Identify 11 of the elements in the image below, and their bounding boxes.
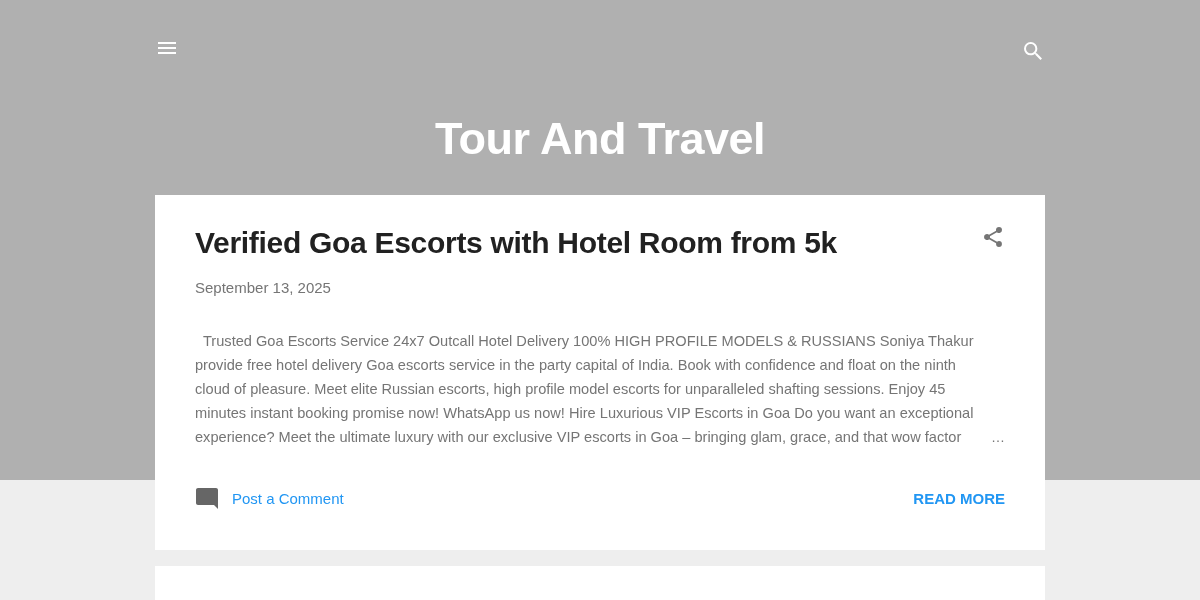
menu-icon[interactable]: [158, 42, 176, 54]
share-icon[interactable]: [984, 227, 1002, 247]
blog-title[interactable]: Tour And Travel: [434, 112, 765, 166]
post-title[interactable]: Verified Goa Escorts with Hotel Room from 5k: [195, 224, 837, 262]
search-icon[interactable]: [1024, 42, 1042, 60]
ellipsis: …: [991, 428, 1005, 447]
comment-icon: [196, 488, 218, 509]
post-comment-link[interactable]: Post a Comment: [195, 488, 344, 509]
read-more-link[interactable]: READ MORE: [913, 490, 1005, 507]
post-date[interactable]: September 13, 2025: [195, 278, 331, 298]
post-snippet: Trusted Goa Escorts Service 24x7 Outcall Hotel Delivery 100% HIGH PROFILE MODELS & RUSSIANS Soniya Thakur provide free hotel delivery Goa escorts service in the party capital of India. Book with confidence and float on the ninth cloud of pleasure. Meet elite Russian escorts, high profile model escorts for unparalleled shafting sessions. Enjoy 45 minutes instant booking promise now! WhatsApp us now! Hire Luxurious VIP Escorts in Goa Do you want an exceptional experience? Meet the ultimate luxury with our exclusive VIP escorts in Goa – bringing glam, grace, and that wow factor: [195, 332, 975, 447]
